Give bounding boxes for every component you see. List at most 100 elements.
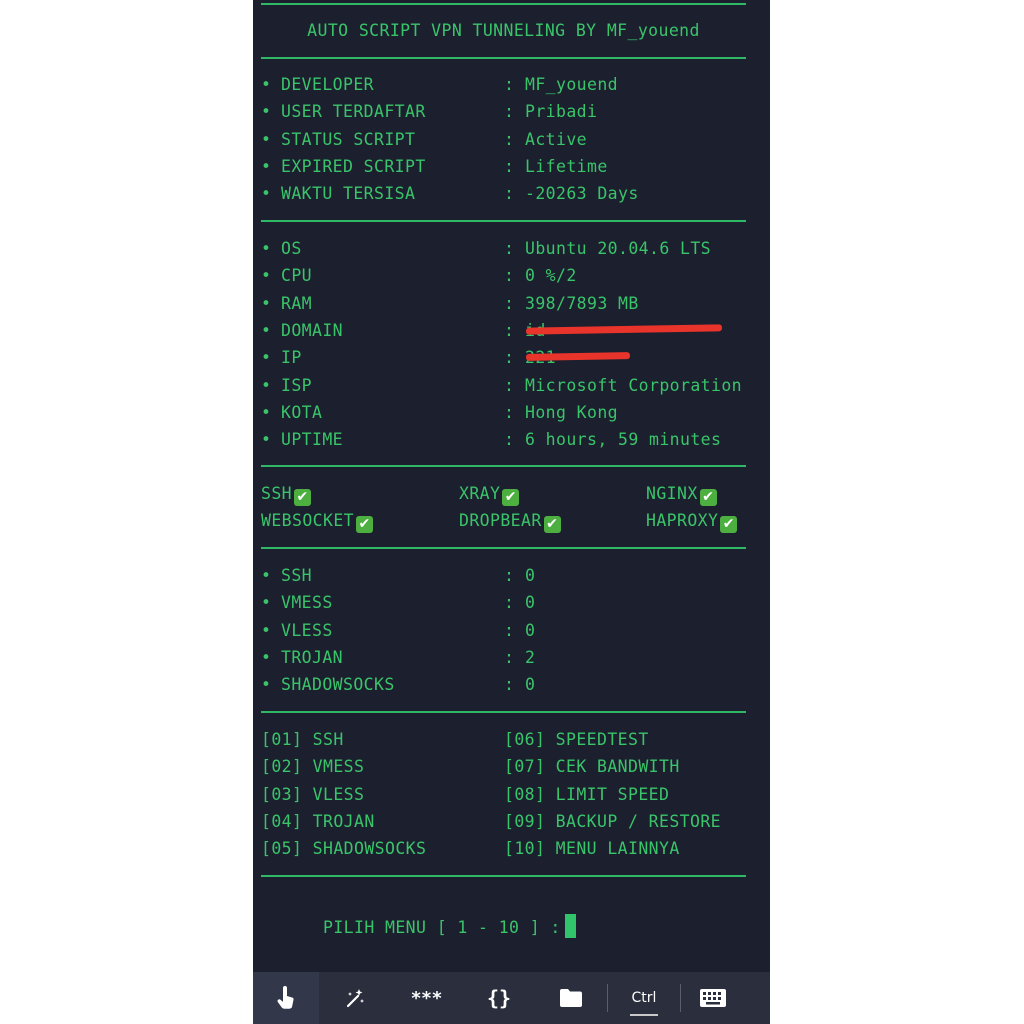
- divider: [261, 3, 746, 5]
- system-info-row: • ISP: Microsoft Corporation: [261, 375, 762, 397]
- colon: :: [504, 320, 515, 340]
- menu-prompt[interactable]: PILIH MENU [ 1 - 10 ] :: [261, 892, 576, 938]
- bullet: •: [261, 348, 272, 368]
- password-button[interactable]: ***: [391, 972, 463, 1024]
- bullet: •: [261, 675, 272, 695]
- system-info-value: Microsoft Corporation: [525, 375, 743, 395]
- bullet: •: [261, 266, 272, 286]
- bullet: •: [261, 156, 272, 176]
- divider: [261, 465, 746, 467]
- system-info-label: • OS: [261, 238, 302, 260]
- menu-option-9[interactable]: [09] BACKUP / RESTORE: [504, 811, 721, 833]
- system-info-row: • KOTA: Hong Kong: [261, 402, 762, 424]
- system-info-value: Hong Kong: [525, 402, 619, 422]
- files-button[interactable]: [535, 972, 607, 1024]
- account-count-row: • VMESS:0: [261, 592, 762, 614]
- folder-icon: [560, 989, 582, 1007]
- script-info-value: Pribadi: [525, 102, 598, 122]
- colon: :: [504, 184, 515, 204]
- system-info-label-text: KOTA: [281, 402, 323, 422]
- colon: :: [504, 293, 515, 313]
- service-name: XRAY: [459, 484, 501, 503]
- magic-wand-button[interactable]: [319, 972, 391, 1024]
- system-info-row: •IP:221: [261, 347, 762, 369]
- account-count-label-text: SSH: [281, 566, 313, 585]
- colon: :: [504, 647, 515, 667]
- menu-option-8[interactable]: [08] LIMIT SPEED: [504, 784, 669, 806]
- script-info-label: • DEVELOPER: [261, 74, 374, 96]
- system-info-label: • KOTA: [261, 402, 322, 424]
- system-info-value: Ubuntu 20.04.6 LTS: [525, 239, 712, 258]
- system-info-label-text: IP: [281, 348, 302, 368]
- system-info-label-text: ISP: [281, 375, 313, 395]
- bullet: •: [261, 647, 272, 667]
- menu-option-6[interactable]: [06] SPEEDTEST: [504, 729, 649, 751]
- braces-button[interactable]: {}: [463, 972, 535, 1024]
- menu-option-1[interactable]: [01] SSH: [261, 729, 344, 751]
- menu-option-4[interactable]: [04] TROJAN: [261, 811, 375, 833]
- system-info-label: • UPTIME: [261, 429, 343, 451]
- divider: [261, 875, 746, 877]
- prompt-text: PILIH MENU [ 1 - 10 ] :: [323, 918, 561, 937]
- keyboard-button[interactable]: [681, 972, 745, 1024]
- colon: :: [504, 620, 515, 640]
- bullet: •: [261, 620, 272, 640]
- service-status-dropbear: DROPBEAR ✔: [459, 510, 561, 534]
- script-info-label-text: EXPIRED SCRIPT: [281, 156, 426, 176]
- account-count-label-text: VLESS: [281, 620, 333, 640]
- colon: :: [504, 266, 515, 286]
- script-info-row: • WAKTU TERSISA: -20263 Days: [261, 183, 762, 205]
- menu-option-10[interactable]: [10] MENU LAINNYA: [504, 838, 680, 860]
- system-info-row: • UPTIME:6 hours, 59 minutes: [261, 429, 762, 451]
- script-info-value: Lifetime: [525, 156, 608, 176]
- script-info-label: • WAKTU TERSISA: [261, 183, 415, 205]
- divider: [261, 547, 746, 549]
- bullet: •: [261, 293, 272, 313]
- bullet: •: [261, 402, 272, 422]
- menu-option-5[interactable]: [05] SHADOWSOCKS: [261, 838, 426, 860]
- system-info-value: 0 %/2: [525, 266, 577, 286]
- magic-wand-icon: [346, 989, 364, 1008]
- service-status-ssh: SSH ✔: [261, 483, 312, 506]
- service-status-websocket: WEBSOCKET ✔: [261, 510, 374, 534]
- text-cursor: [564, 914, 576, 938]
- system-info-row: • CPU:0 %/2: [261, 265, 762, 287]
- divider: [261, 711, 746, 713]
- system-info-label-text: RAM: [281, 293, 313, 313]
- touch-mode-button[interactable]: [253, 972, 319, 1024]
- bullet: •: [261, 593, 272, 613]
- bullet: •: [261, 566, 272, 585]
- bullet: •: [261, 75, 272, 94]
- menu-option-3[interactable]: [03] VLESS: [261, 784, 364, 806]
- ctrl-key-button[interactable]: Ctrl: [608, 972, 680, 1024]
- account-count-value: 0: [525, 675, 536, 695]
- bullet: •: [261, 239, 272, 258]
- bullet: •: [261, 430, 272, 450]
- service-name: WEBSOCKET: [261, 511, 355, 531]
- bullet: •: [261, 320, 272, 340]
- check-icon: ✔: [356, 516, 374, 534]
- system-info-label: • DOMAIN: [261, 320, 343, 342]
- service-name: SSH: [261, 484, 293, 503]
- colon: :: [504, 348, 515, 368]
- menu-option-2[interactable]: [02] VMESS: [261, 756, 364, 778]
- script-info-row: • STATUS SCRIPT: Active: [261, 129, 762, 151]
- divider: [261, 220, 746, 222]
- system-info-label-text: CPU: [281, 266, 313, 286]
- script-info-row: • EXPIRED SCRIPT: Lifetime: [261, 156, 762, 178]
- system-info-label: • CPU: [261, 265, 312, 287]
- account-count-value: 0: [525, 593, 536, 613]
- system-info-value: 398/7893 MB: [525, 293, 639, 313]
- colon: :: [504, 566, 515, 585]
- colon: :: [504, 156, 515, 176]
- menu-option-7[interactable]: [07] CEK BANDWITH: [504, 756, 680, 778]
- terminal[interactable]: AUTO SCRIPT VPN TUNNELING BY MF_youend •…: [261, 0, 762, 972]
- script-info-label-text: DEVELOPER: [281, 75, 375, 94]
- account-count-value: 0: [525, 620, 536, 640]
- account-count-label: • SSH: [261, 565, 312, 587]
- account-count-label-text: SHADOWSOCKS: [281, 675, 395, 695]
- colon: :: [504, 675, 515, 695]
- system-info-row: • OS: Ubuntu 20.04.6 LTS: [261, 238, 762, 260]
- phone-screen: AUTO SCRIPT VPN TUNNELING BY MF_youend •…: [253, 0, 770, 1024]
- ctrl-label: Ctrl: [631, 990, 657, 1006]
